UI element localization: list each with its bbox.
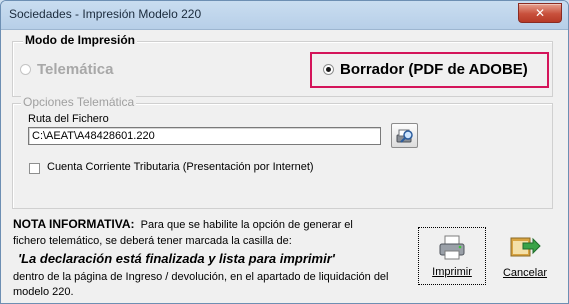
browse-button[interactable]: [391, 123, 418, 148]
radio-telematica-label: Telemática: [37, 61, 114, 78]
cancelar-label: Cancelar: [502, 267, 548, 279]
close-icon: ✕: [534, 6, 546, 20]
radio-borrador[interactable]: Borrador (PDF de ADOBE): [323, 61, 528, 78]
title-bar[interactable]: Sociedades - Impresión Modelo 220 ✕: [1, 1, 568, 30]
printer-magnifier-icon: [396, 129, 413, 143]
nota-line-1: NOTA INFORMATIVA: Para que se habilite l…: [13, 217, 353, 233]
radio-borrador-label: Borrador (PDF de ADOBE): [340, 61, 528, 78]
cancel-arrow-icon: [510, 237, 541, 257]
modo-impresion-legend: Modo de Impresión: [23, 33, 138, 47]
imprimir-label: Imprimir: [432, 266, 472, 278]
opciones-telematica-legend: Opciones Telemática: [21, 95, 137, 109]
ruta-fichero-label: Ruta del Fichero: [28, 113, 109, 125]
cancelar-button[interactable]: Cancelar: [491, 227, 559, 285]
imprimir-button[interactable]: Imprimir: [418, 227, 486, 285]
nota-line-4: modelo 220.: [13, 286, 74, 298]
dialog-window: Sociedades - Impresión Modelo 220 ✕ Modo…: [0, 0, 569, 304]
nota-emphasis: 'La declaración está finalizada y lista …: [18, 251, 335, 266]
nota-heading: NOTA INFORMATIVA:: [13, 217, 135, 231]
close-button[interactable]: ✕: [518, 3, 562, 23]
window-title: Sociedades - Impresión Modelo 220: [9, 7, 202, 21]
radio-telematica-indicator: [20, 64, 31, 75]
printer-icon: [439, 235, 465, 260]
dialog-body: Modo de Impresión Telemática Borrador (P…: [7, 30, 562, 298]
radio-telematica[interactable]: Telemática: [20, 61, 113, 78]
nota-line-2: fichero telemático, se deberá tener marc…: [13, 235, 292, 247]
cuenta-corriente-checkbox[interactable]: [29, 163, 40, 174]
cuenta-corriente-label: Cuenta Corriente Tributaria (Presentació…: [47, 161, 314, 173]
nota-text-1: Para que se habilite la opción de genera…: [140, 219, 353, 231]
ruta-fichero-input[interactable]: C:\AEAT\A48428601.220: [28, 127, 381, 145]
radio-borrador-indicator: [323, 64, 334, 75]
nota-line-3: dentro de la página de Ingreso / devoluc…: [13, 271, 389, 283]
